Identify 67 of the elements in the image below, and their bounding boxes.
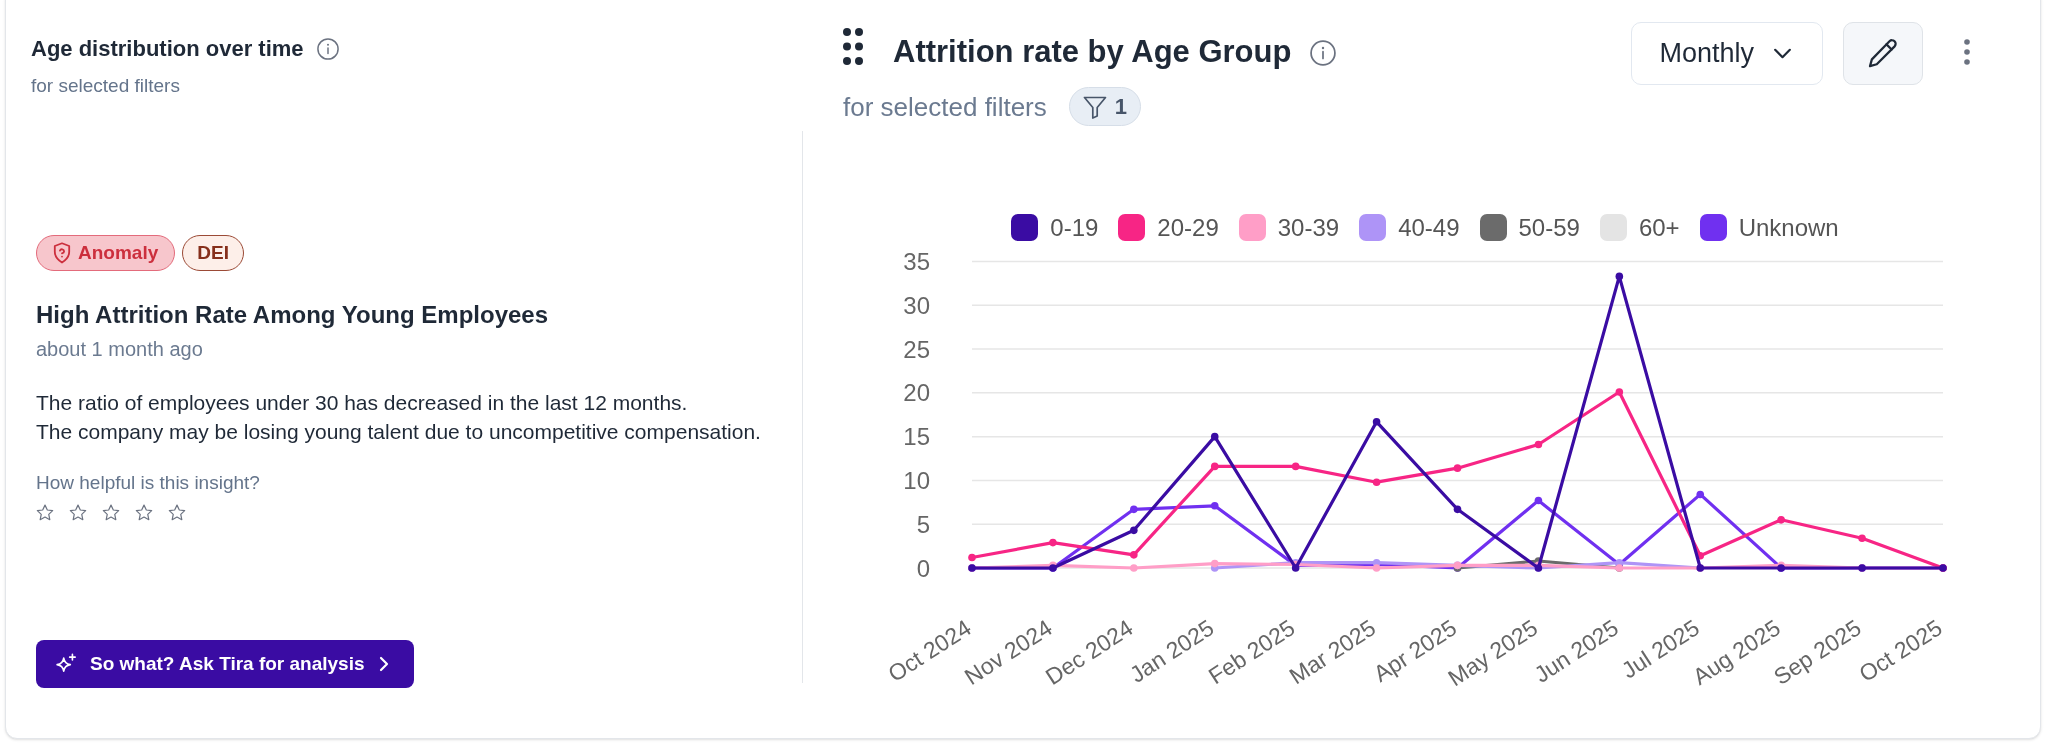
data-point <box>1291 462 1300 471</box>
legend-label: 50-59 <box>1518 214 1580 241</box>
anomaly-badge: Anomaly <box>36 235 176 271</box>
data-point <box>1453 464 1462 472</box>
sparkle-icon <box>55 653 77 675</box>
panel-title: Age distribution over time <box>31 35 304 63</box>
legend-label: 30-39 <box>1277 214 1340 241</box>
data-point <box>1130 505 1138 514</box>
shield-question-icon <box>53 242 71 264</box>
data-point <box>1696 551 1705 560</box>
data-point <box>1615 388 1624 396</box>
more-options-icon[interactable] <box>1964 39 1970 65</box>
info-icon[interactable] <box>1310 40 1337 66</box>
data-point <box>1453 505 1462 514</box>
data-point <box>1130 564 1138 572</box>
data-point <box>1372 417 1381 426</box>
data-point <box>1210 462 1219 471</box>
drag-handle-icon[interactable] <box>843 28 863 65</box>
data-point <box>1372 478 1381 486</box>
chevron-right-icon <box>378 656 389 672</box>
legend-label: Unknown <box>1738 214 1839 241</box>
chart-title: Attrition rate by Age Group <box>893 34 1292 70</box>
edit-button[interactable] <box>1843 22 1923 85</box>
star-icon[interactable] <box>102 504 120 522</box>
legend-label: 0-19 <box>1050 214 1099 241</box>
y-axis-label: 25 <box>903 335 930 363</box>
chart-subtitle: for selected filters <box>843 90 1047 124</box>
data-point <box>1534 496 1543 505</box>
y-axis-label: 30 <box>903 291 930 319</box>
period-dropdown[interactable]: Monthly <box>1631 22 1823 85</box>
legend-label: 60+ <box>1638 214 1680 241</box>
rating-prompt: How helpful is this insight? <box>36 471 261 495</box>
star-icon[interactable] <box>69 504 87 522</box>
star-icon[interactable] <box>168 504 186 522</box>
star-icon[interactable] <box>135 504 153 522</box>
data-point <box>1534 440 1543 449</box>
insight-description: The ratio of employees under 30 has decreased in the last 12 months. The company may be losing young talent due to uncompetitive compensation. <box>36 390 762 445</box>
data-point <box>1130 526 1138 535</box>
data-point <box>1210 502 1219 510</box>
data-point <box>1777 516 1785 524</box>
data-point <box>1049 538 1057 547</box>
legend-label: 20-29 <box>1157 214 1219 241</box>
data-point <box>1858 534 1866 543</box>
topic-badge: DEI <box>182 235 244 271</box>
data-point <box>1210 559 1219 568</box>
y-axis-label: 20 <box>903 379 930 407</box>
star-icon[interactable] <box>36 504 54 522</box>
insight-title: High Attrition Rate Among Young Employees <box>36 300 549 330</box>
ask-analysis-button[interactable]: So what? Ask Tira for analysis <box>36 640 414 688</box>
data-point <box>1130 551 1138 559</box>
y-axis-label: 0 <box>916 554 930 582</box>
y-axis-label: 35 <box>903 248 930 275</box>
filter-icon <box>1082 94 1107 119</box>
insight-timestamp: about 1 month ago <box>36 337 204 362</box>
data-point <box>1696 490 1705 499</box>
data-point <box>1615 272 1624 281</box>
y-axis-label: 5 <box>916 510 930 538</box>
legend-label: 40-49 <box>1398 214 1460 241</box>
info-icon[interactable] <box>316 38 339 60</box>
data-point <box>968 553 976 562</box>
pencil-icon <box>1868 38 1898 69</box>
filter-chip[interactable]: 1 <box>1068 87 1141 126</box>
y-axis-label: 10 <box>903 466 930 494</box>
panel-subtitle: for selected filters <box>30 74 181 98</box>
chevron-down-icon <box>1773 48 1792 59</box>
data-point <box>1210 432 1219 441</box>
y-axis-label: 15 <box>903 423 930 451</box>
